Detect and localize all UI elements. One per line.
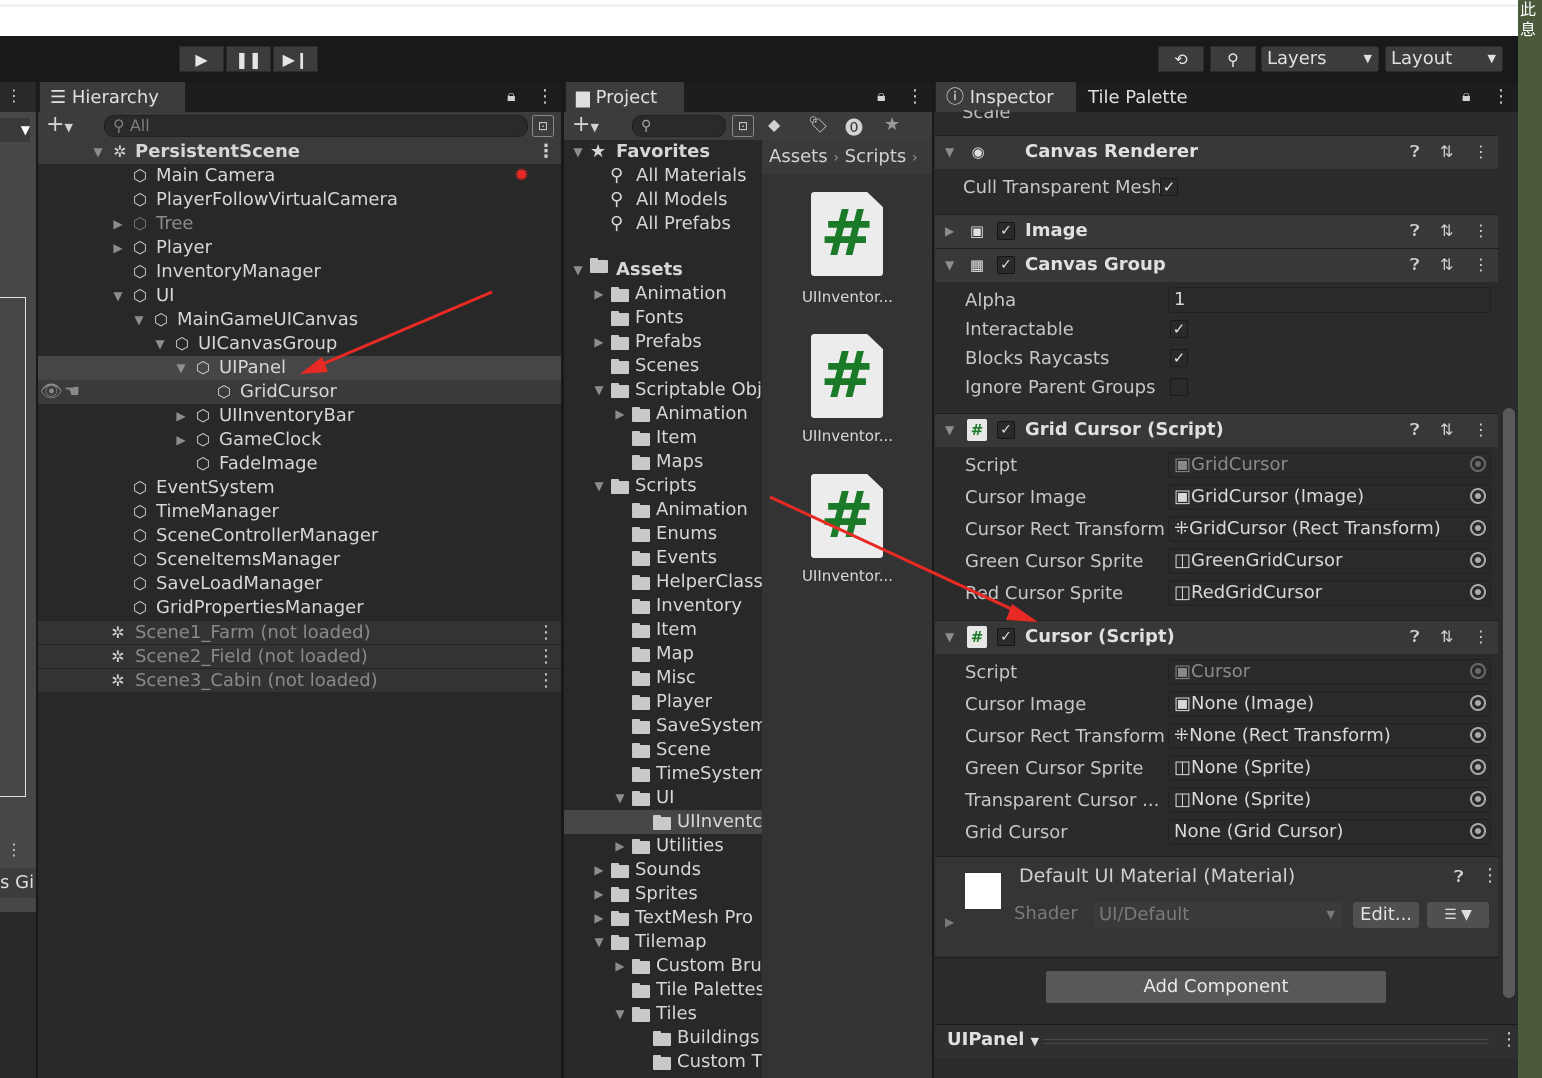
desktop-edge-text-2: 息	[1520, 20, 1537, 39]
arrow-to-uipanel	[317, 290, 493, 368]
desktop-edge-text-1: 此	[1520, 0, 1537, 19]
desktop-edge: 此 息	[1518, 0, 1542, 1078]
annotation-arrows	[300, 290, 1038, 622]
arrow-to-cursor-script	[769, 495, 1019, 614]
arrow-head	[300, 357, 328, 374]
arrow-head	[1006, 604, 1038, 622]
